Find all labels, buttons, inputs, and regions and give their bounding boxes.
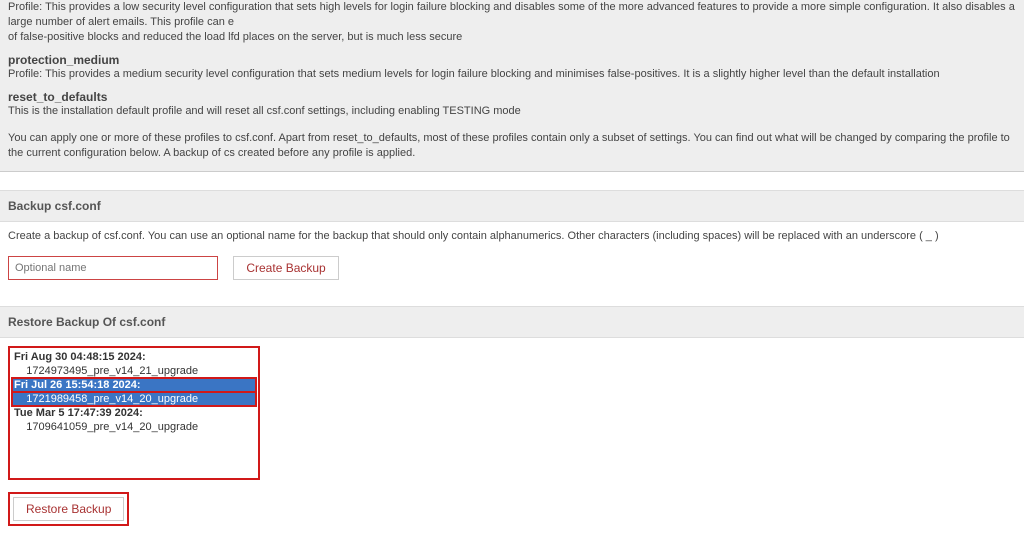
restore-option-sub[interactable]: 1709641059_pre_v14_20_upgrade: [12, 420, 256, 434]
restore-option-sub[interactable]: 1724973495_pre_v14_21_upgrade: [12, 364, 256, 378]
profile-reset-name: reset_to_defaults: [8, 90, 1016, 104]
restore-backup-list[interactable]: Fri Aug 30 04:48:15 2024: 1724973495_pre…: [8, 346, 260, 480]
backup-text: Create a backup of csf.conf. You can use…: [8, 230, 1016, 242]
apply-profiles-note: You can apply one or more of these profi…: [8, 131, 1016, 161]
restore-option-sub[interactable]: 1721989458_pre_v14_20_upgrade: [12, 392, 256, 406]
profile-medium-name: protection_medium: [8, 53, 1016, 67]
backup-heading: Backup csf.conf: [0, 190, 1024, 222]
restore-option-head[interactable]: Fri Jul 26 15:54:18 2024:: [12, 378, 256, 392]
create-backup-button[interactable]: Create Backup: [233, 256, 338, 280]
backup-name-input[interactable]: [8, 256, 218, 280]
profile-low-desc-1: Profile: This provides a low security le…: [8, 0, 1016, 30]
restore-heading: Restore Backup Of csf.conf: [0, 306, 1024, 338]
profile-medium-desc: Profile: This provides a medium security…: [8, 67, 1016, 82]
restore-option-head[interactable]: Tue Mar 5 17:47:39 2024:: [12, 406, 256, 420]
profile-low-desc-2: of false-positive blocks and reduced the…: [8, 30, 1016, 45]
restore-option-head[interactable]: Fri Aug 30 04:48:15 2024:: [12, 350, 256, 364]
profile-reset-desc: This is the installation default profile…: [8, 104, 1016, 119]
